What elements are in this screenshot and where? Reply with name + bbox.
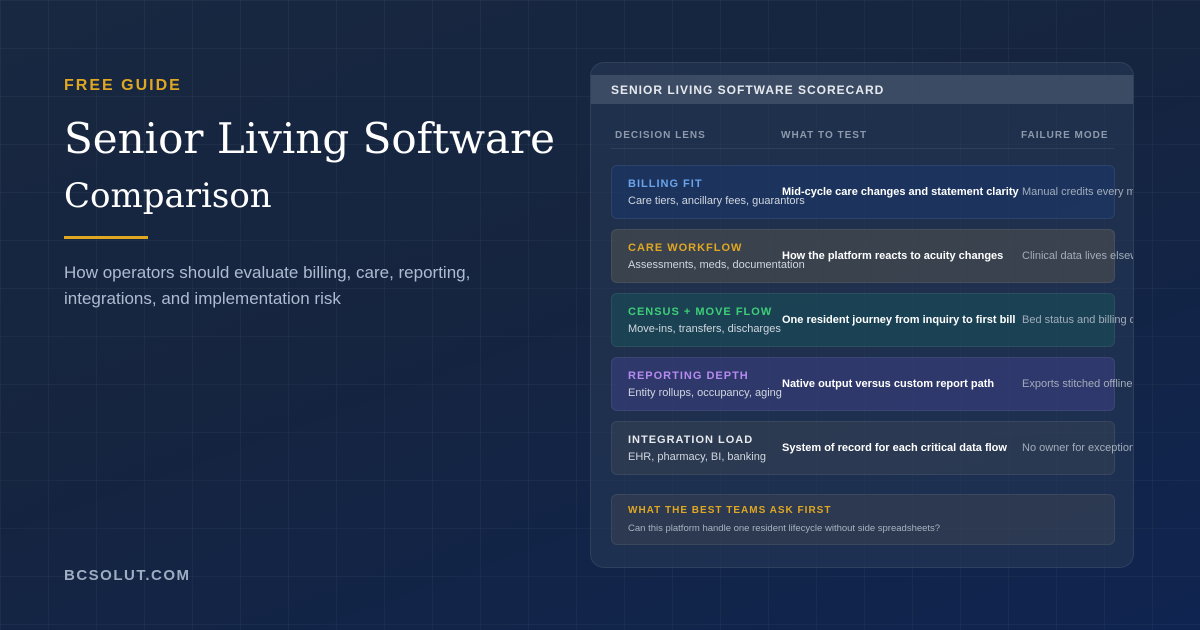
site-url[interactable]: BCSOLUT.COM <box>64 567 191 584</box>
row-label: REPORTING DEPTH <box>628 370 749 382</box>
row-description: EHR, pharmacy, BI, banking <box>628 451 766 463</box>
scorecard-row-care-workflow: CARE WORKFLOW Assessments, meds, documen… <box>611 229 1133 283</box>
row-label: CARE WORKFLOW <box>628 242 743 254</box>
row-test: Native output versus custom report path <box>782 378 995 390</box>
row-label: INTEGRATION LOAD <box>628 434 754 446</box>
title-line-2: Comparison <box>64 176 272 216</box>
callout-text: Can this platform handle one resident li… <box>628 523 941 534</box>
title-underline <box>64 236 148 239</box>
scorecard-card: SENIOR LIVING SOFTWARE SCORECARD DECISIO… <box>590 62 1134 568</box>
scorecard-row-integration-load: INTEGRATION LOAD EHR, pharmacy, BI, bank… <box>611 421 1133 475</box>
callout-title: WHAT THE BEST TEAMS ASK FIRST <box>628 505 832 516</box>
row-test: Mid-cycle care changes and statement cla… <box>782 186 1019 198</box>
scorecard-header: SENIOR LIVING SOFTWARE SCORECARD <box>591 75 1133 104</box>
scorecard-row-billing-fit: BILLING FIT Care tiers, ancillary fees, … <box>611 165 1133 219</box>
row-label: BILLING FIT <box>628 178 703 190</box>
row-label: CENSUS + MOVE FLOW <box>628 306 773 318</box>
title-line-1: Senior Living Software <box>64 114 555 163</box>
row-description: Move-ins, transfers, discharges <box>628 323 781 335</box>
scorecard-row-census-move-flow: CENSUS + MOVE FLOW Move-ins, transfers, … <box>611 293 1133 347</box>
row-test: How the platform reacts to acuity change… <box>782 250 1004 262</box>
row-failure-mode: Bed status and billing disagree <box>1022 314 1133 326</box>
row-description: Assessments, meds, documentation <box>628 259 805 271</box>
row-description: Entity rollups, occupancy, aging <box>628 387 782 399</box>
row-description: Care tiers, ancillary fees, guarantors <box>628 195 805 207</box>
column-header-what-to-test: WHAT TO TEST <box>781 130 868 141</box>
column-header-failure-mode: FAILURE MODE <box>1021 130 1109 141</box>
row-failure-mode: Clinical data lives elsewhere <box>1022 250 1133 262</box>
row-test: One resident journey from inquiry to fir… <box>782 314 1016 326</box>
column-header-decision-lens: DECISION LENS <box>615 130 706 141</box>
row-failure-mode: No owner for exceptions <box>1022 442 1134 454</box>
header-divider <box>611 148 1114 149</box>
row-failure-mode: Exports stitched offline <box>1022 378 1133 390</box>
eyebrow-label: FREE GUIDE <box>64 77 182 94</box>
row-test: System of record for each critical data … <box>782 442 1007 454</box>
scorecard-title: SENIOR LIVING SOFTWARE SCORECARD <box>611 83 885 97</box>
best-teams-callout: WHAT THE BEST TEAMS ASK FIRST Can this p… <box>611 494 1115 545</box>
row-failure-mode: Manual credits every month <box>1022 186 1133 198</box>
subtitle: How operators should evaluate billing, c… <box>64 263 471 308</box>
scorecard-row-reporting-depth: REPORTING DEPTH Entity rollups, occupanc… <box>611 357 1132 411</box>
